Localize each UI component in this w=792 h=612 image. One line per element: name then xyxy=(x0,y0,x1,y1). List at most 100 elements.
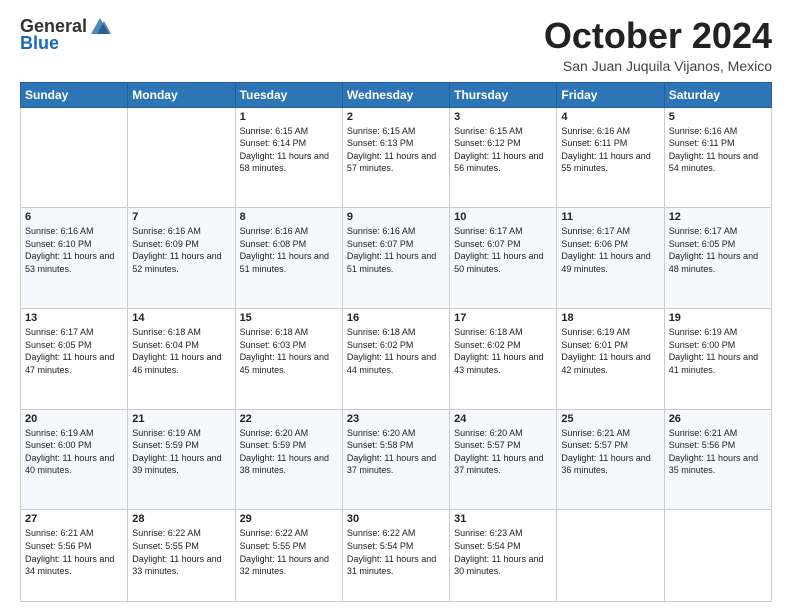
day-info: Sunrise: 6:22 AM Sunset: 5:54 PM Dayligh… xyxy=(347,527,445,577)
day-number: 4 xyxy=(561,111,659,123)
day-info: Sunrise: 6:18 AM Sunset: 6:02 PM Dayligh… xyxy=(454,326,552,376)
day-number: 9 xyxy=(347,211,445,223)
calendar-cell: 1 Sunrise: 6:15 AM Sunset: 6:14 PM Daylig… xyxy=(235,107,342,208)
calendar-week-row: 20Sunrise: 6:19 AM Sunset: 6:00 PM Dayli… xyxy=(21,409,772,510)
day-number: 24 xyxy=(454,413,552,425)
day-number: 2 xyxy=(347,111,445,123)
day-number: 6 xyxy=(25,211,123,223)
calendar-week-row: 1 Sunrise: 6:15 AM Sunset: 6:14 PM Daylig… xyxy=(21,107,772,208)
calendar-cell: 3Sunrise: 6:15 AM Sunset: 6:12 PM Daylig… xyxy=(450,107,557,208)
calendar-cell: 17 Sunrise: 6:18 AM Sunset: 6:02 PM Dayli… xyxy=(450,309,557,410)
calendar-cell: 23 Sunrise: 6:20 AM Sunset: 5:58 PM Dayli… xyxy=(342,409,449,510)
day-info: Sunrise: 6:15 AM Sunset: 6:14 PM Dayligh… xyxy=(240,125,338,175)
calendar-cell: 25Sunrise: 6:21 AM Sunset: 5:57 PM Dayli… xyxy=(557,409,664,510)
day-info: Sunrise: 6:16 AM Sunset: 6:09 PM Dayligh… xyxy=(132,225,230,275)
day-number: 12 xyxy=(669,211,767,223)
day-info: Sunrise: 6:15 AM Sunset: 6:12 PM Dayligh… xyxy=(454,125,552,175)
calendar-cell: 20Sunrise: 6:19 AM Sunset: 6:00 PM Dayli… xyxy=(21,409,128,510)
day-number: 14 xyxy=(132,312,230,324)
calendar-cell: 29Sunrise: 6:22 AM Sunset: 5:55 PM Dayli… xyxy=(235,510,342,602)
day-info: Sunrise: 6:19 AM Sunset: 5:59 PM Dayligh… xyxy=(132,427,230,477)
header-wednesday: Wednesday xyxy=(342,82,449,107)
calendar-cell: 9 Sunrise: 6:16 AM Sunset: 6:07 PM Daylig… xyxy=(342,208,449,309)
calendar-cell: 7 Sunrise: 6:16 AM Sunset: 6:09 PM Daylig… xyxy=(128,208,235,309)
day-number: 5 xyxy=(669,111,767,123)
calendar-cell: 24 Sunrise: 6:20 AM Sunset: 5:57 PM Dayli… xyxy=(450,409,557,510)
logo: General Blue xyxy=(20,16,111,54)
day-number: 16 xyxy=(347,312,445,324)
day-number: 8 xyxy=(240,211,338,223)
day-number: 17 xyxy=(454,312,552,324)
day-info: Sunrise: 6:19 AM Sunset: 6:00 PM Dayligh… xyxy=(25,427,123,477)
day-info: Sunrise: 6:17 AM Sunset: 6:05 PM Dayligh… xyxy=(25,326,123,376)
calendar-cell: 21Sunrise: 6:19 AM Sunset: 5:59 PM Dayli… xyxy=(128,409,235,510)
day-number: 18 xyxy=(561,312,659,324)
day-info: Sunrise: 6:21 AM Sunset: 5:56 PM Dayligh… xyxy=(669,427,767,477)
day-number: 28 xyxy=(132,513,230,525)
calendar-cell: 8 Sunrise: 6:16 AM Sunset: 6:08 PM Daylig… xyxy=(235,208,342,309)
calendar-cell: 2 Sunrise: 6:15 AM Sunset: 6:13 PM Daylig… xyxy=(342,107,449,208)
weekday-header-row: Sunday Monday Tuesday Wednesday Thursday… xyxy=(21,82,772,107)
day-number: 10 xyxy=(454,211,552,223)
day-info: Sunrise: 6:19 AM Sunset: 6:01 PM Dayligh… xyxy=(561,326,659,376)
calendar-cell: 30 Sunrise: 6:22 AM Sunset: 5:54 PM Dayli… xyxy=(342,510,449,602)
day-info: Sunrise: 6:20 AM Sunset: 5:57 PM Dayligh… xyxy=(454,427,552,477)
calendar-cell: 22 Sunrise: 6:20 AM Sunset: 5:59 PM Dayli… xyxy=(235,409,342,510)
day-number: 19 xyxy=(669,312,767,324)
calendar-cell: 11 Sunrise: 6:17 AM Sunset: 6:06 PM Dayli… xyxy=(557,208,664,309)
day-info: Sunrise: 6:20 AM Sunset: 5:59 PM Dayligh… xyxy=(240,427,338,477)
calendar-cell: 15 Sunrise: 6:18 AM Sunset: 6:03 PM Dayli… xyxy=(235,309,342,410)
day-info: Sunrise: 6:19 AM Sunset: 6:00 PM Dayligh… xyxy=(669,326,767,376)
day-number: 25 xyxy=(561,413,659,425)
page: General Blue October 2024 San Juan Juqui… xyxy=(0,0,792,612)
day-info: Sunrise: 6:23 AM Sunset: 5:54 PM Dayligh… xyxy=(454,527,552,577)
calendar-cell xyxy=(21,107,128,208)
calendar-cell: 26 Sunrise: 6:21 AM Sunset: 5:56 PM Dayli… xyxy=(664,409,771,510)
day-number: 22 xyxy=(240,413,338,425)
calendar-cell xyxy=(664,510,771,602)
calendar-cell: 31 Sunrise: 6:23 AM Sunset: 5:54 PM Dayli… xyxy=(450,510,557,602)
day-info: Sunrise: 6:16 AM Sunset: 6:10 PM Dayligh… xyxy=(25,225,123,275)
location-subtitle: San Juan Juquila Vijanos, Mexico xyxy=(544,58,772,74)
day-number: 31 xyxy=(454,513,552,525)
day-number: 7 xyxy=(132,211,230,223)
day-number: 23 xyxy=(347,413,445,425)
day-info: Sunrise: 6:20 AM Sunset: 5:58 PM Dayligh… xyxy=(347,427,445,477)
calendar-cell: 27 Sunrise: 6:21 AM Sunset: 5:56 PM Dayli… xyxy=(21,510,128,602)
day-number: 11 xyxy=(561,211,659,223)
logo-icon xyxy=(89,16,111,38)
day-info: Sunrise: 6:16 AM Sunset: 6:07 PM Dayligh… xyxy=(347,225,445,275)
day-info: Sunrise: 6:22 AM Sunset: 5:55 PM Dayligh… xyxy=(132,527,230,577)
calendar-table: Sunday Monday Tuesday Wednesday Thursday… xyxy=(20,82,772,602)
day-info: Sunrise: 6:17 AM Sunset: 6:06 PM Dayligh… xyxy=(561,225,659,275)
logo-blue-text: Blue xyxy=(20,34,59,54)
calendar-cell: 13 Sunrise: 6:17 AM Sunset: 6:05 PM Dayli… xyxy=(21,309,128,410)
day-info: Sunrise: 6:16 AM Sunset: 6:11 PM Dayligh… xyxy=(561,125,659,175)
calendar-cell: 16Sunrise: 6:18 AM Sunset: 6:02 PM Dayli… xyxy=(342,309,449,410)
day-number: 1 xyxy=(240,111,338,123)
calendar-cell: 12 Sunrise: 6:17 AM Sunset: 6:05 PM Dayli… xyxy=(664,208,771,309)
day-number: 30 xyxy=(347,513,445,525)
day-number: 13 xyxy=(25,312,123,324)
title-block: October 2024 San Juan Juquila Vijanos, M… xyxy=(544,16,772,74)
day-info: Sunrise: 6:18 AM Sunset: 6:04 PM Dayligh… xyxy=(132,326,230,376)
month-title: October 2024 xyxy=(544,16,772,56)
calendar-cell: 5 Sunrise: 6:16 AM Sunset: 6:11 PM Daylig… xyxy=(664,107,771,208)
calendar-cell: 6 Sunrise: 6:16 AM Sunset: 6:10 PM Daylig… xyxy=(21,208,128,309)
day-info: Sunrise: 6:17 AM Sunset: 6:05 PM Dayligh… xyxy=(669,225,767,275)
day-info: Sunrise: 6:18 AM Sunset: 6:03 PM Dayligh… xyxy=(240,326,338,376)
day-info: Sunrise: 6:17 AM Sunset: 6:07 PM Dayligh… xyxy=(454,225,552,275)
day-info: Sunrise: 6:16 AM Sunset: 6:08 PM Dayligh… xyxy=(240,225,338,275)
header-monday: Monday xyxy=(128,82,235,107)
header: General Blue October 2024 San Juan Juqui… xyxy=(20,16,772,74)
day-number: 27 xyxy=(25,513,123,525)
day-info: Sunrise: 6:15 AM Sunset: 6:13 PM Dayligh… xyxy=(347,125,445,175)
calendar-cell: 19 Sunrise: 6:19 AM Sunset: 6:00 PM Dayli… xyxy=(664,309,771,410)
day-number: 26 xyxy=(669,413,767,425)
header-friday: Friday xyxy=(557,82,664,107)
header-sunday: Sunday xyxy=(21,82,128,107)
day-info: Sunrise: 6:16 AM Sunset: 6:11 PM Dayligh… xyxy=(669,125,767,175)
day-number: 29 xyxy=(240,513,338,525)
day-info: Sunrise: 6:21 AM Sunset: 5:56 PM Dayligh… xyxy=(25,527,123,577)
day-number: 15 xyxy=(240,312,338,324)
